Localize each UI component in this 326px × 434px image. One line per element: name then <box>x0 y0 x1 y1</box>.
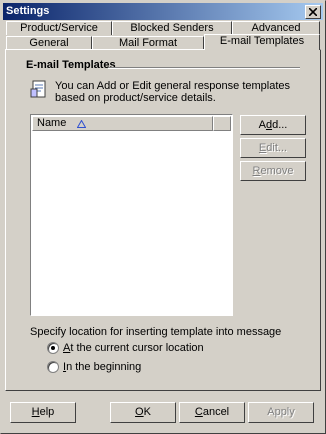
add-button[interactable]: Add... <box>240 115 306 135</box>
info-text: You can Add or Edit general response tem… <box>55 80 291 104</box>
edit-button[interactable]: Edit... <box>240 138 306 158</box>
section-title: E-mail Templates <box>26 59 116 71</box>
sort-ascending-icon <box>77 120 86 128</box>
radio-cursor-location-label[interactable]: At the current cursor location <box>63 342 204 354</box>
radio-beginning-label[interactable]: In the beginning <box>63 361 141 373</box>
column-name-label: Name <box>37 117 67 129</box>
radio-cursor-location[interactable] <box>47 342 59 354</box>
template-document-icon <box>30 80 46 98</box>
templates-list[interactable]: Name <box>30 114 233 316</box>
column-header-name[interactable]: Name <box>32 116 213 131</box>
radio-beginning[interactable] <box>47 361 59 373</box>
location-prompt: Specify location for inserting template … <box>30 326 282 338</box>
column-header-filler <box>213 116 231 131</box>
panel-content: E-mail Templates You can Add or Edit gen… <box>0 0 326 434</box>
remove-button[interactable]: Remove <box>240 161 306 181</box>
radio-selected-dot <box>51 346 55 350</box>
section-divider <box>108 67 300 69</box>
